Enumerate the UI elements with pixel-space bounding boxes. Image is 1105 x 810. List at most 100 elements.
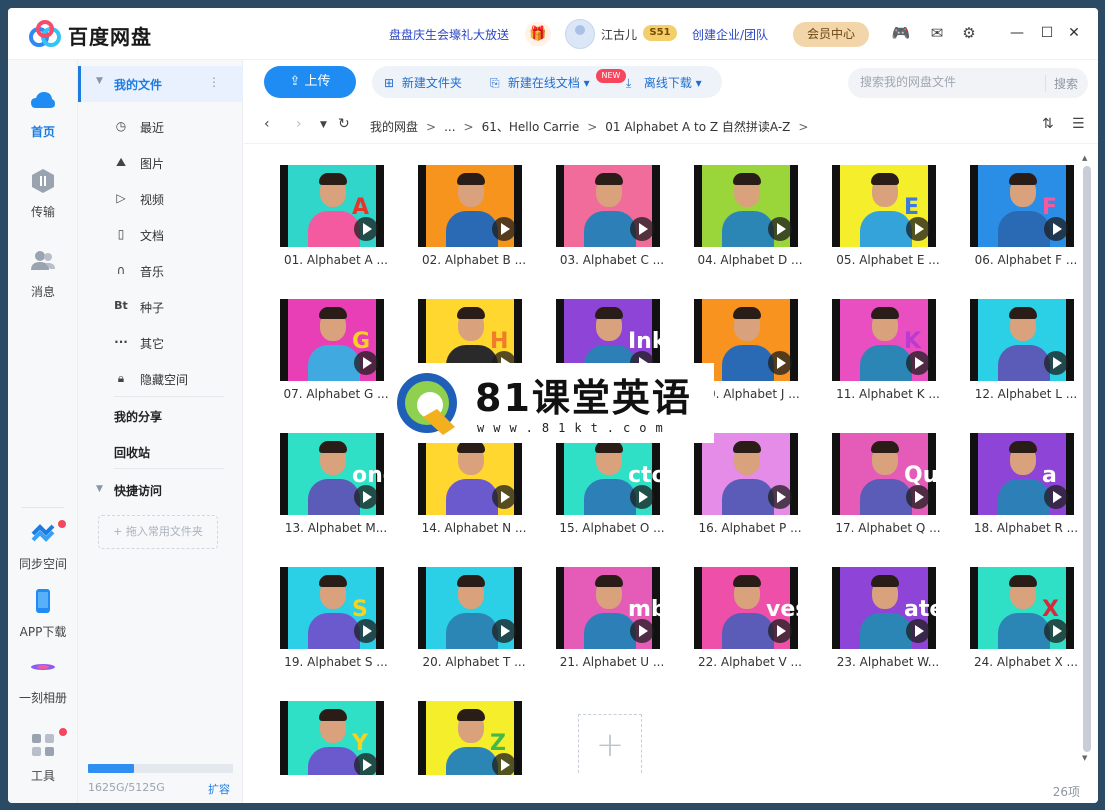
mail-icon[interactable]: ✉ [926,22,948,44]
rail-app-download[interactable]: APP下载 [8,588,78,640]
video-thumbnail[interactable] [694,165,798,247]
play-icon[interactable] [354,619,378,643]
list-view-icon[interactable]: ☰ [1072,116,1085,132]
sort-icon[interactable]: ⇅ [1042,116,1054,132]
play-icon[interactable] [768,351,792,375]
play-icon[interactable] [768,217,792,241]
scrollbar-thumb[interactable] [1083,166,1091,752]
video-thumbnail[interactable] [418,567,522,649]
video-thumbnail[interactable]: a [970,433,1074,515]
caret-down-icon[interactable]: ▼ [96,484,103,494]
play-icon[interactable] [630,217,654,241]
video-thumbnail[interactable]: Y [280,701,384,775]
play-icon[interactable] [906,619,930,643]
play-icon[interactable] [906,485,930,509]
video-thumbnail[interactable]: oney [280,433,384,515]
close-icon[interactable]: ✕ [1063,22,1085,44]
play-icon[interactable] [768,619,792,643]
sidebar-item-videos[interactable]: ▷ 视频 [78,184,243,214]
add-file-tile[interactable]: + [578,714,642,775]
more-options-icon[interactable]: ⋮ [208,75,220,89]
scroll-up-icon[interactable]: ▲ [1082,154,1087,162]
breadcrumb-item[interactable]: 61、Hello Carrie [482,120,580,134]
rail-home[interactable]: 首页 [8,88,78,140]
forward-icon[interactable]: › [296,116,302,132]
create-enterprise-link[interactable]: 创建企业/团队 [692,26,768,43]
play-icon[interactable] [630,485,654,509]
sidebar-item-quick-access[interactable]: 快捷访问 [114,482,162,499]
username[interactable]: 江古儿 [601,26,637,43]
gift-icon[interactable]: 🎁 [525,22,551,46]
scroll-down-icon[interactable]: ▼ [1082,754,1087,762]
video-thumbnail[interactable]: F [970,165,1074,247]
maximize-icon[interactable]: ☐ [1036,22,1058,44]
new-online-doc-button[interactable]: ⎘ 新建在线文档 ▾ [490,74,590,91]
play-icon[interactable] [492,217,516,241]
video-thumbnail[interactable]: Qu [832,433,936,515]
play-icon[interactable] [354,351,378,375]
vertical-scrollbar[interactable]: ▲ ▼ [1081,154,1091,764]
video-thumbnail[interactable]: Z [418,701,522,775]
caret-down-icon[interactable]: ▼ [96,76,103,86]
rail-sync-space[interactable]: 同步空间 [8,520,78,572]
sidebar-item-music[interactable]: ∩ 音乐 [78,256,243,286]
sidebar-item-documents[interactable]: ▯ 文档 [78,220,243,250]
upload-button[interactable]: ⇪ 上传 [264,66,356,98]
play-icon[interactable] [354,753,378,775]
play-icon[interactable] [1044,485,1068,509]
avatar[interactable] [565,19,595,49]
video-thumbnail[interactable]: vest [694,567,798,649]
video-thumbnail[interactable]: atermelo [832,567,936,649]
expand-storage-link[interactable]: 扩容 [208,781,230,797]
rail-messages[interactable]: 消息 [8,248,78,300]
breadcrumb-item[interactable]: 我的网盘 [370,120,418,134]
play-icon[interactable] [354,485,378,509]
gamepad-icon[interactable]: 🎮 [890,22,912,44]
video-thumbnail[interactable]: A [280,165,384,247]
sidebar-item-my-share[interactable]: 我的分享 [114,408,162,425]
history-dropdown-icon[interactable]: ▼ [320,120,327,130]
sidebar-item-recent[interactable]: ◷ 最近 [78,112,243,142]
breadcrumb-item[interactable]: ... [444,120,455,134]
sidebar-item-recycle-bin[interactable]: 回收站 [114,444,150,461]
video-thumbnail[interactable]: K [832,299,936,381]
sidebar-item-images[interactable]: ⛰ 图片 [78,148,243,178]
new-folder-button[interactable]: ⊞ 新建文件夹 [384,74,462,91]
vip-center-button[interactable]: 会员中心 [793,22,869,47]
sidebar-item-others[interactable]: ··· 其它 [78,328,243,358]
video-thumbnail[interactable] [418,165,522,247]
my-files-header[interactable]: ▼ 我的文件 ⋮ [78,66,243,102]
rail-tools[interactable]: 工具 [8,728,78,784]
sidebar-item-hidden-space[interactable]: 🔒︎ 隐藏空间 [78,364,243,394]
refresh-icon[interactable]: ↻ [338,116,350,132]
video-thumbnail[interactable] [694,433,798,515]
breadcrumb-item[interactable]: 01 Alphabet A to Z 自然拼读A-Z [605,120,790,134]
back-icon[interactable]: ‹ [264,116,270,132]
video-thumbnail[interactable]: S [280,567,384,649]
offline-download-button[interactable]: ⤓ 离线下载 ▾ [626,74,702,91]
settings-gear-icon[interactable]: ⚙ [958,22,980,44]
rail-yike-album[interactable]: 一刻相册 [8,654,78,706]
video-thumbnail[interactable]: X [970,567,1074,649]
play-icon[interactable] [1044,217,1068,241]
promo-link[interactable]: 盘盘庆生会壕礼大放送 [389,26,509,43]
play-icon[interactable] [1044,619,1068,643]
play-icon[interactable] [492,753,516,775]
rail-transfer[interactable]: 传输 [8,168,78,220]
search-input[interactable] [860,75,1040,89]
video-thumbnail[interactable] [556,165,660,247]
video-thumbnail[interactable]: G [280,299,384,381]
video-thumbnail[interactable] [418,433,522,515]
play-icon[interactable] [768,485,792,509]
play-icon[interactable] [1044,351,1068,375]
video-thumbnail[interactable]: mbr [556,567,660,649]
minimize-icon[interactable]: — [1006,22,1028,44]
video-thumbnail[interactable] [970,299,1074,381]
video-thumbnail[interactable]: ctopus [556,433,660,515]
play-icon[interactable] [492,485,516,509]
play-icon[interactable] [492,619,516,643]
search-button[interactable]: 搜索 [1044,75,1078,92]
add-favorite-folder-dropzone[interactable]: + 拖入常用文件夹 [98,515,218,549]
play-icon[interactable] [906,217,930,241]
sidebar-item-torrents[interactable]: Bt 种子 [78,292,243,322]
